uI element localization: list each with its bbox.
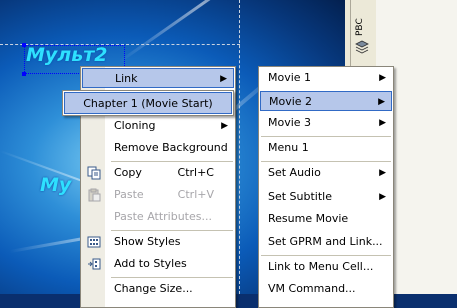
menu-item-chapter-1[interactable]: Chapter 1 (Movie Start) xyxy=(64,92,232,114)
paste-icon xyxy=(88,188,101,202)
menu-item-label: Paste Attributes... xyxy=(114,210,212,223)
menu-text-button-2[interactable]: Му xyxy=(40,174,71,196)
menu-item-show-styles[interactable]: Show Styles xyxy=(82,232,234,252)
add-styles-icon xyxy=(88,258,101,270)
chapter-submenu: Chapter 1 (Movie Start) xyxy=(62,90,234,116)
menu-item-link[interactable]: Link ▶ xyxy=(82,68,234,88)
menu-item-label: Remove Background xyxy=(114,141,228,154)
stack-layers-icon[interactable] xyxy=(355,40,369,54)
menu-item-shortcut: Ctrl+C xyxy=(177,166,214,179)
menu-item-label: Movie 1 xyxy=(268,71,312,84)
menu-item-menu-1[interactable]: Menu 1 xyxy=(260,138,392,158)
resize-handle[interactable] xyxy=(22,43,26,47)
menu-separator xyxy=(111,230,233,231)
menu-separator xyxy=(261,136,391,137)
menu-item-label: Show Styles xyxy=(114,235,181,248)
menu-separator xyxy=(111,161,233,162)
submenu-arrow-icon: ▶ xyxy=(379,192,386,202)
menu-item-set-subtitle[interactable]: Set Subtitle ▶ xyxy=(260,187,392,207)
menu-item-link-to-menu-cell[interactable]: Link to Menu Cell... xyxy=(260,257,392,277)
menu-item-vm-command[interactable]: VM Command... xyxy=(260,279,392,299)
menu-item-resume-movie[interactable]: Resume Movie xyxy=(260,209,392,229)
link-submenu: Movie 1 ▶ Movie 2 ▶ Movie 3 ▶ Menu 1 Set… xyxy=(258,66,394,308)
menu-item-label: Paste xyxy=(114,188,144,201)
menu-item-remove-background[interactable]: Remove Background xyxy=(82,138,234,158)
menu-item-set-gprm[interactable]: Set GPRM and Link... xyxy=(260,232,392,252)
submenu-arrow-icon: ▶ xyxy=(221,121,228,131)
submenu-arrow-icon: ▶ xyxy=(379,118,386,128)
background-streak xyxy=(119,0,285,63)
menu-separator xyxy=(111,277,233,278)
copy-icon xyxy=(87,166,101,180)
pbc-tab[interactable]: PBC xyxy=(355,8,369,36)
menu-item-label: Menu 1 xyxy=(268,141,309,154)
menu-item-label: Copy xyxy=(114,166,142,179)
menu-item-copy[interactable]: Copy Ctrl+C xyxy=(82,163,234,183)
menu-item-change-size[interactable]: Change Size... xyxy=(82,279,234,299)
menu-item-label: Add to Styles xyxy=(114,257,187,270)
menu-item-label: Set GPRM and Link... xyxy=(268,235,383,248)
submenu-arrow-icon: ▶ xyxy=(379,168,386,178)
submenu-arrow-icon: ▶ xyxy=(379,73,386,83)
menu-item-movie-1[interactable]: Movie 1 ▶ xyxy=(260,68,392,88)
resize-handle[interactable] xyxy=(22,72,26,76)
menu-item-label: Movie 3 xyxy=(268,116,312,129)
styles-grid-icon xyxy=(87,236,101,248)
menu-item-label: VM Command... xyxy=(268,282,356,295)
menu-item-set-audio[interactable]: Set Audio ▶ xyxy=(260,163,392,183)
menu-separator xyxy=(261,255,391,256)
menu-item-add-to-styles[interactable]: Add to Styles xyxy=(82,254,234,274)
menu-item-cloning[interactable]: Cloning ▶ xyxy=(82,116,234,136)
submenu-arrow-icon: ▶ xyxy=(220,74,227,84)
menu-item-label: Set Audio xyxy=(268,166,321,179)
menu-separator xyxy=(261,161,391,162)
menu-item-label: Resume Movie xyxy=(268,212,349,225)
menu-item-movie-2[interactable]: Movie 2 ▶ xyxy=(260,91,392,111)
menu-item-label: Movie 2 xyxy=(269,95,313,108)
menu-item-movie-3[interactable]: Movie 3 ▶ xyxy=(260,113,392,133)
menu-item-paste[interactable]: Paste Ctrl+V xyxy=(82,185,234,205)
menu-item-label: Set Subtitle xyxy=(268,190,333,203)
menu-item-label: Change Size... xyxy=(114,282,193,295)
menu-item-label: Link to Menu Cell... xyxy=(268,260,374,273)
submenu-arrow-icon: ▶ xyxy=(378,97,385,107)
menu-item-label: Cloning xyxy=(114,119,156,132)
menu-item-paste-attributes[interactable]: Paste Attributes... xyxy=(82,207,234,227)
menu-item-shortcut: Ctrl+V xyxy=(177,188,214,201)
menu-item-label: Link xyxy=(115,72,138,85)
